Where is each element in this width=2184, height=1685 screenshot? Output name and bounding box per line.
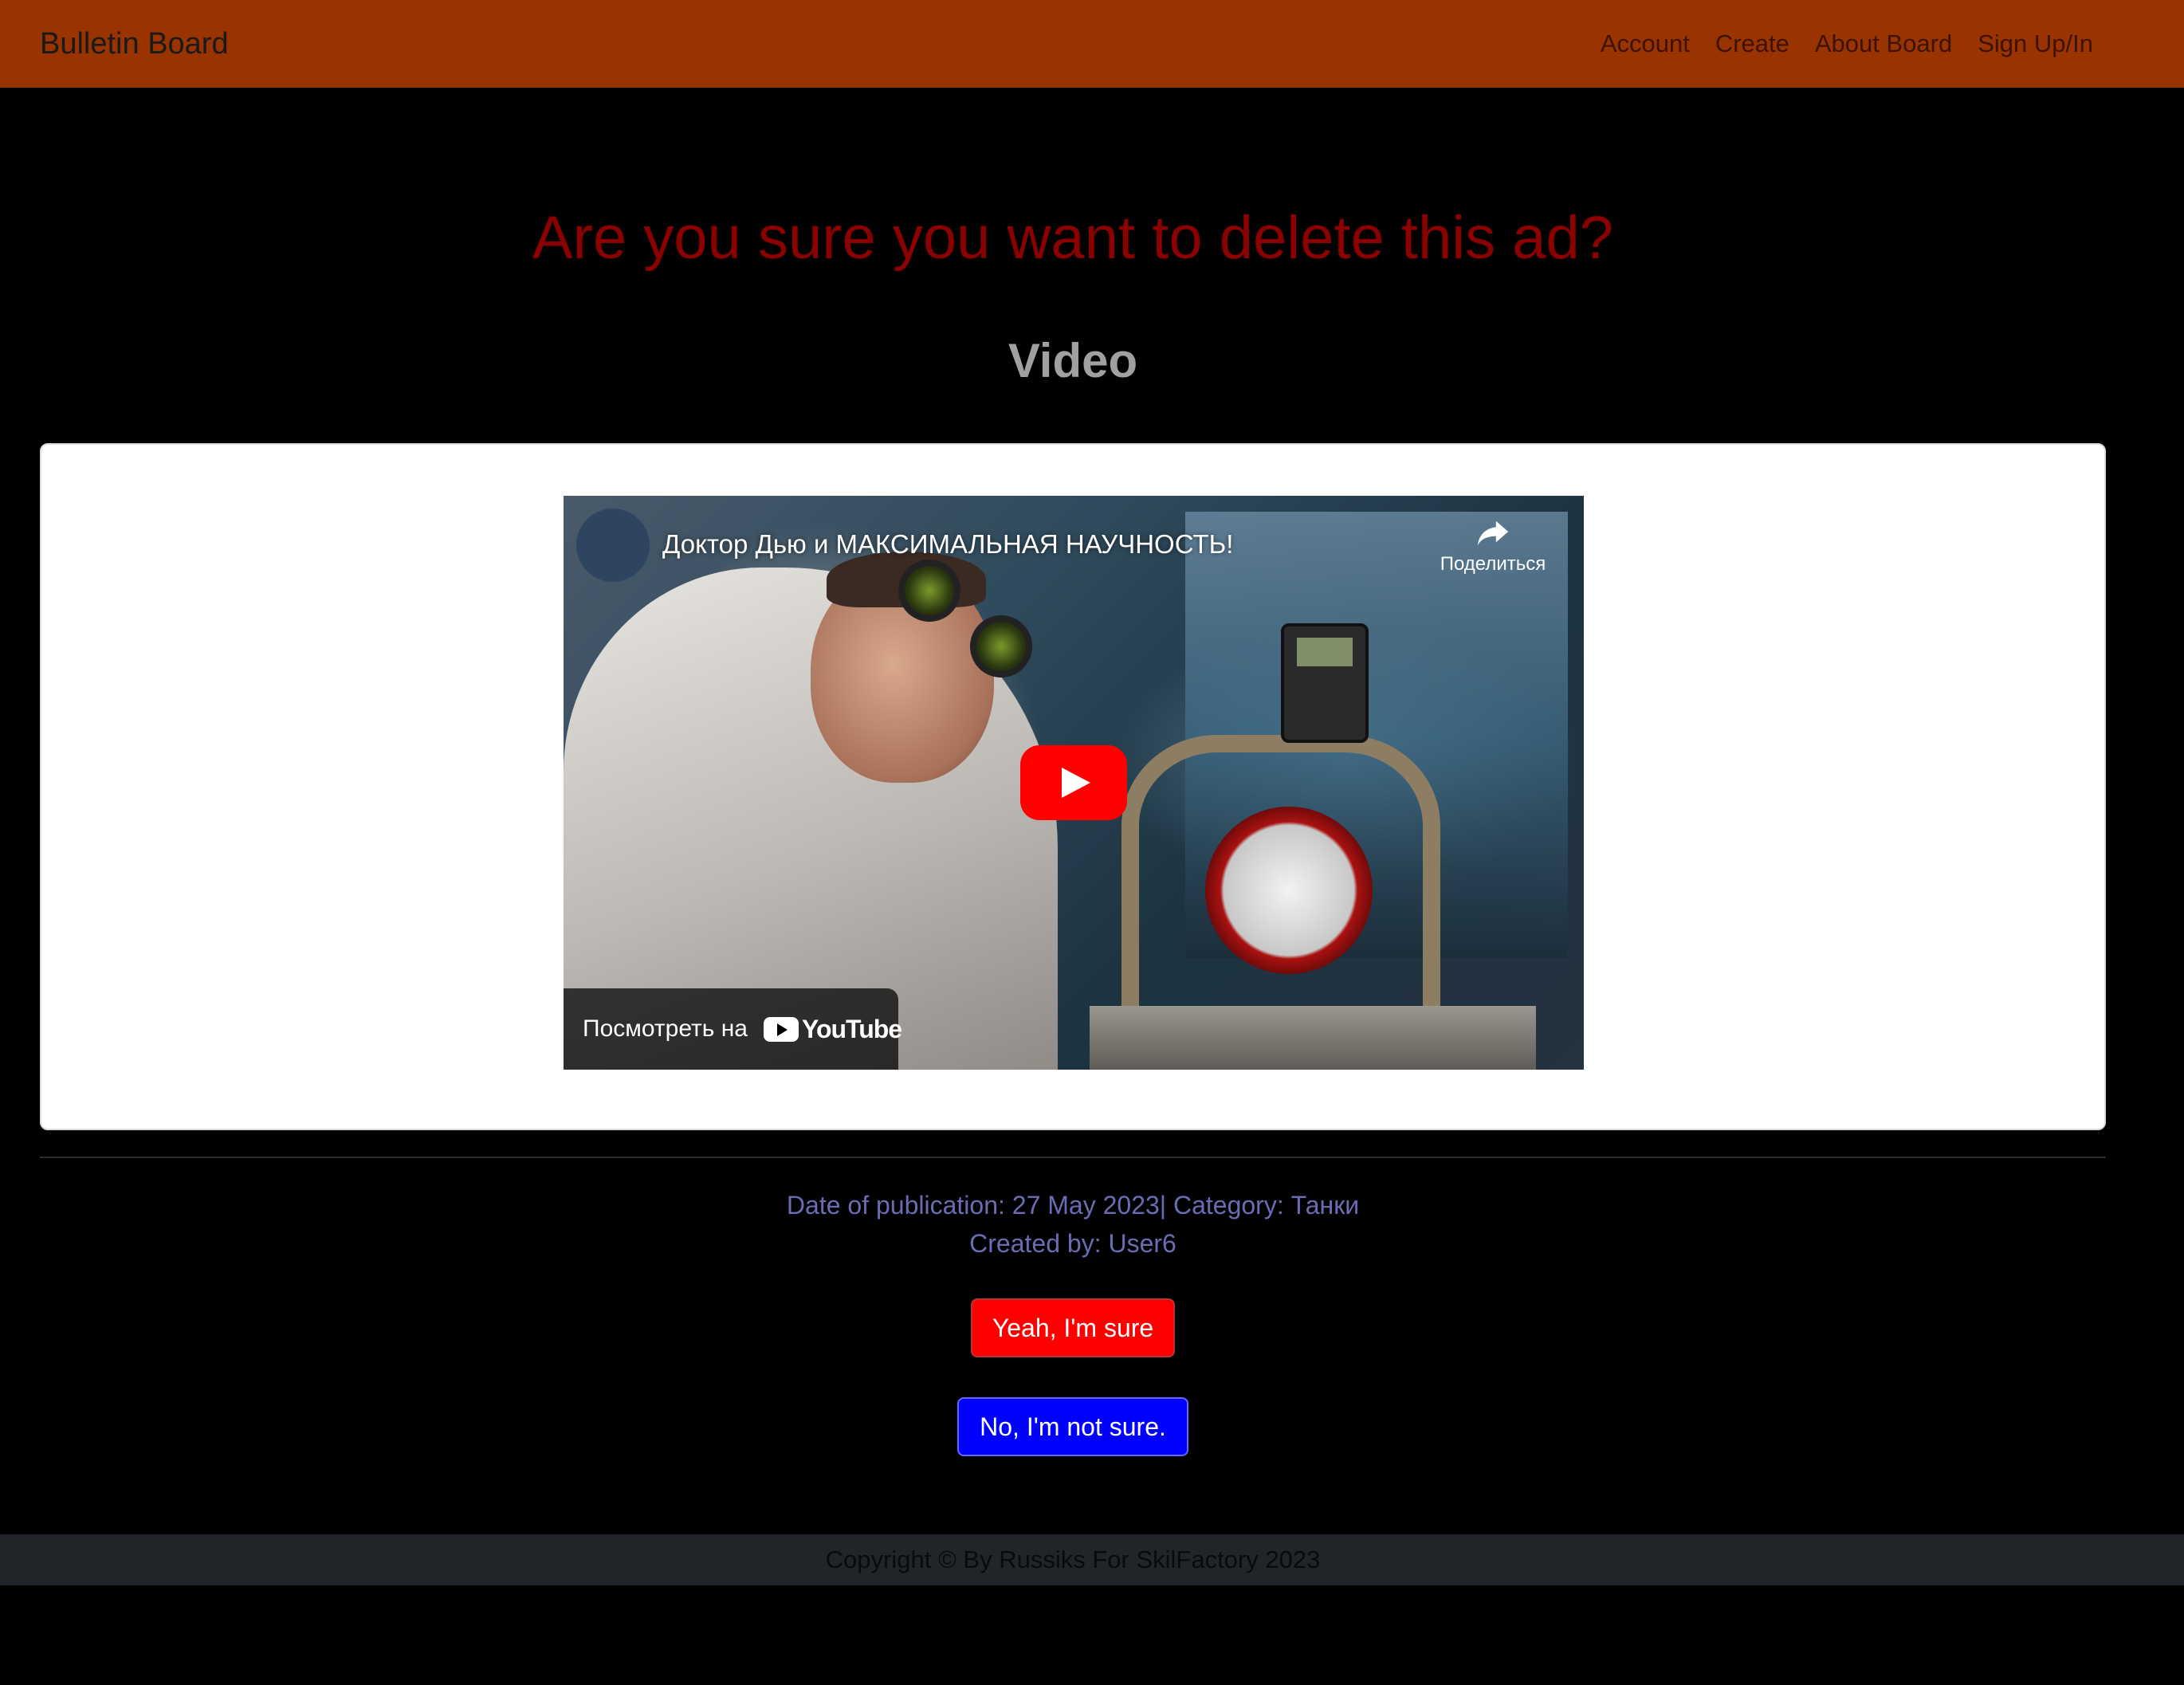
video-card: Доктор Дью и МАКСИМАЛЬНАЯ НАУЧНОСТЬ! Под… — [40, 443, 2106, 1130]
author-info: Created by: User6 — [969, 1229, 1176, 1258]
nav-link-sign-up-in[interactable]: Sign Up/In — [1978, 29, 2093, 58]
video-thumbnail-multimeter — [1281, 623, 1369, 743]
brand-link[interactable]: Bulletin Board — [40, 27, 229, 61]
copyright-text: Copyright © By Russiks For SkilFactory 2… — [825, 1546, 1321, 1573]
footer: Copyright © By Russiks For SkilFactory 2… — [0, 1534, 2184, 1585]
divider — [40, 1157, 2106, 1158]
cancel-delete-button[interactable]: No, I'm not sure. — [957, 1397, 1188, 1456]
play-button[interactable] — [1020, 745, 1127, 820]
navbar: Bulletin Board Account Create About Boar… — [0, 0, 2184, 88]
youtube-wordmark: YouTube — [801, 1014, 902, 1043]
page-title: Are you sure you want to delete this ad? — [532, 204, 1614, 272]
section-title: Video — [1008, 334, 1138, 387]
video-title[interactable]: Доктор Дью и МАКСИМАЛЬНАЯ НАУЧНОСТЬ! — [662, 529, 1233, 560]
nav-link-account[interactable]: Account — [1601, 29, 1690, 58]
share-button[interactable]: Поделиться — [1413, 513, 1573, 575]
play-icon — [1062, 768, 1090, 798]
video-thumbnail-motor — [1205, 807, 1373, 974]
goggle-lens-right — [970, 615, 1032, 678]
publication-info: Date of publication: 27 May 2023| Catego… — [786, 1191, 1360, 1220]
youtube-logo-icon: YouTube — [763, 1014, 902, 1044]
video-player[interactable]: Доктор Дью и МАКСИМАЛЬНАЯ НАУЧНОСТЬ! Под… — [564, 496, 1584, 1070]
channel-avatar[interactable] — [576, 509, 650, 582]
ad-meta: Date of publication: 27 May 2023| Catego… — [0, 1186, 2146, 1263]
share-icon — [1477, 520, 1509, 546]
nav-link-about-board[interactable]: About Board — [1815, 29, 1952, 58]
watch-on-label: Посмотреть на — [583, 1015, 748, 1042]
nav-links: Account Create About Board Sign Up/In — [1601, 29, 2093, 58]
nav-link-create[interactable]: Create — [1715, 29, 1789, 58]
confirm-delete-button[interactable]: Yeah, I'm sure — [971, 1298, 1175, 1357]
watch-on-youtube-link[interactable]: Посмотреть на YouTube — [564, 988, 902, 1070]
share-label: Поделиться — [1440, 553, 1546, 575]
goggle-lens-left — [898, 560, 960, 622]
video-thumbnail-base — [1090, 1006, 1536, 1070]
youtube-play-mark-icon — [763, 1016, 799, 1042]
